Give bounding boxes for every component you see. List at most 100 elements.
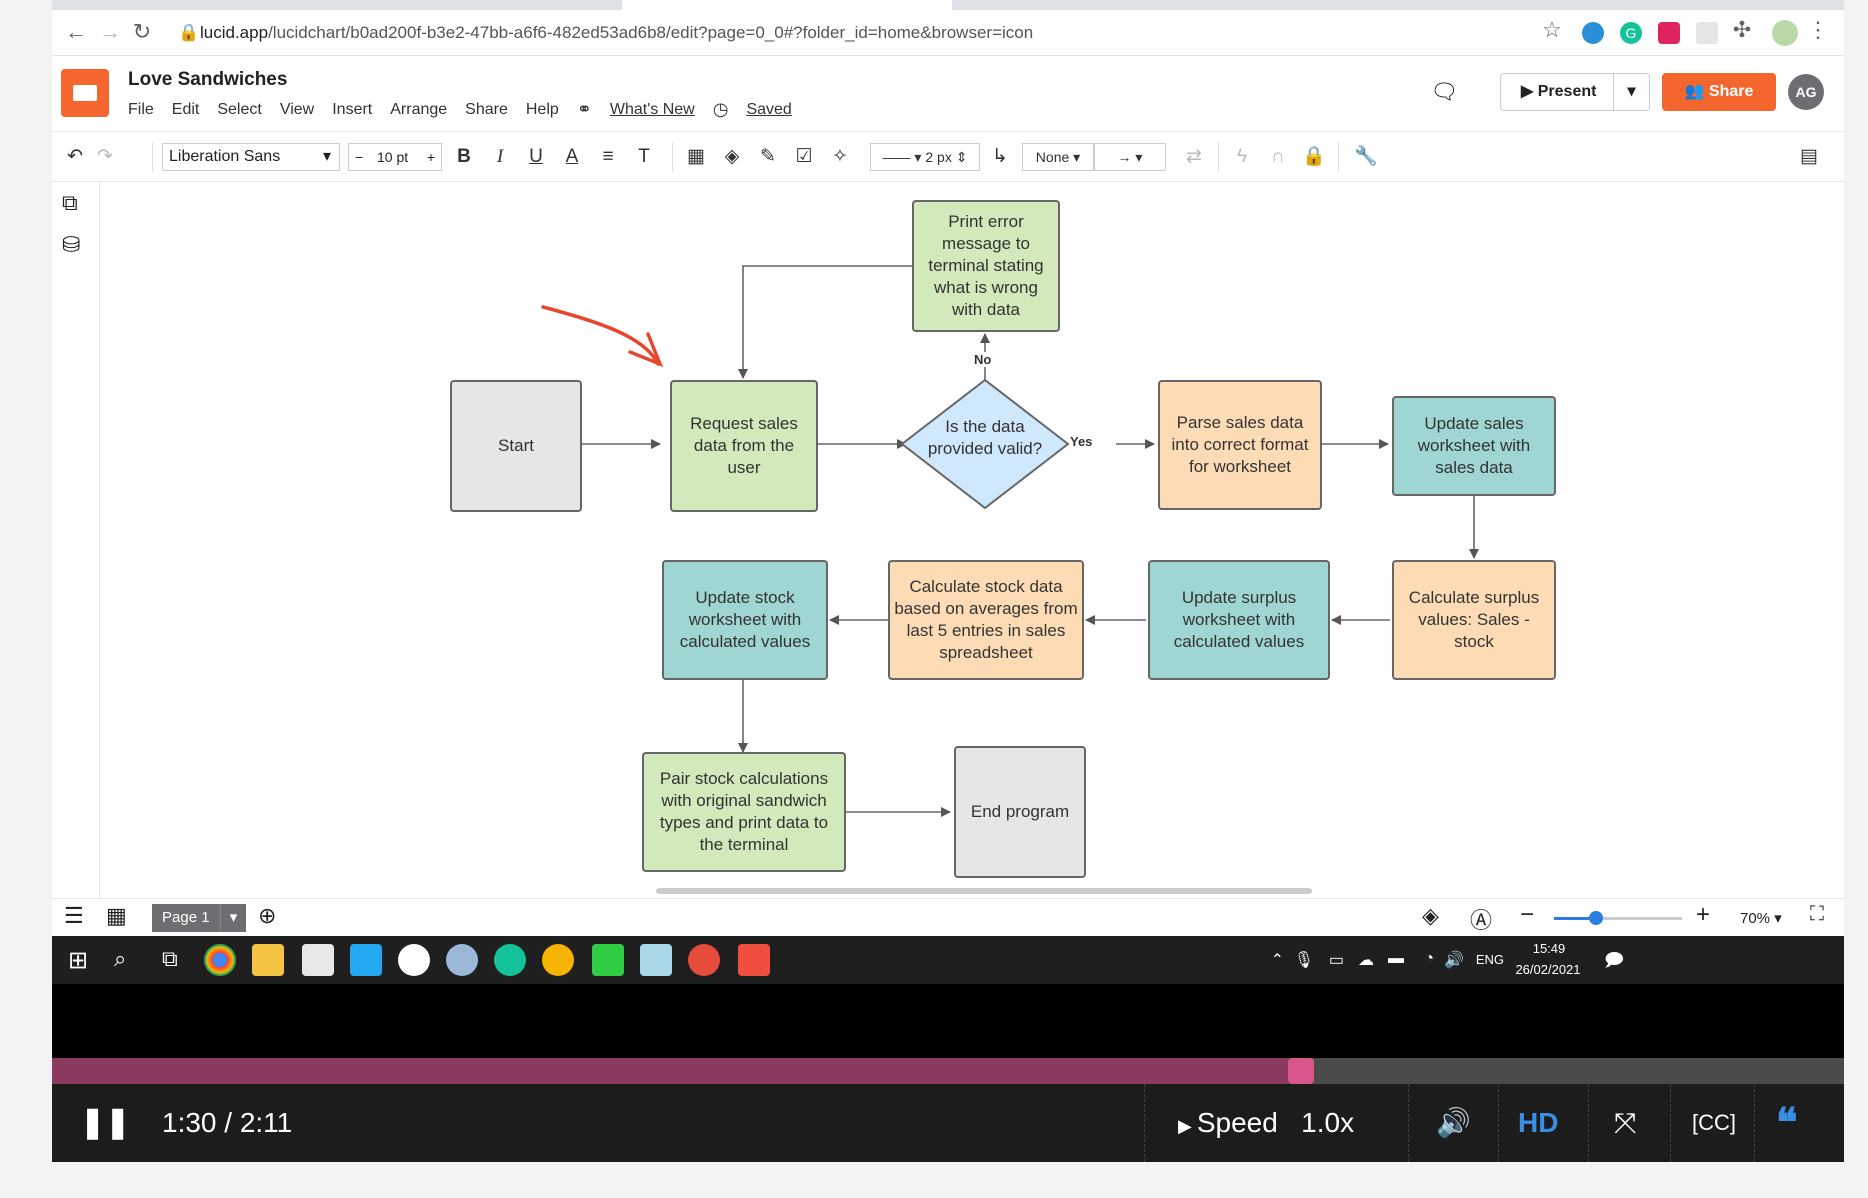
share-button[interactable]: 👥 Share: [1662, 73, 1776, 111]
align-icon[interactable]: ≡: [594, 142, 622, 172]
hd-button[interactable]: HD: [1518, 1084, 1558, 1162]
line-style-select[interactable]: —— ▾ 2 px ⇕: [870, 143, 980, 171]
speed-control[interactable]: ▶ Speed 1.0x: [1178, 1084, 1354, 1162]
history-clock-icon[interactable]: ◷: [713, 99, 729, 120]
menu-help[interactable]: Help: [526, 101, 559, 119]
node-decision-label[interactable]: Is the data provided valid?: [918, 416, 1052, 460]
user-avatar[interactable]: AG: [1788, 74, 1824, 110]
search-icon[interactable]: ⌕: [114, 946, 126, 972]
panel-toggle-icon[interactable]: ▤: [1794, 142, 1824, 172]
fullscreen-icon[interactable]: ⤧: [1614, 1084, 1636, 1162]
extensions-puzzle-icon[interactable]: ✣: [1728, 16, 1756, 44]
lightning-icon[interactable]: ϟ: [1228, 142, 1256, 172]
grammarly-taskbar-icon[interactable]: [494, 944, 526, 976]
grid-view-icon[interactable]: ▦: [106, 903, 127, 929]
underline-icon[interactable]: U: [522, 142, 550, 172]
binoculars-icon[interactable]: ⚭: [577, 99, 592, 120]
video-progress-bar[interactable]: [52, 1058, 1844, 1084]
add-page-icon[interactable]: ⊕: [258, 903, 276, 929]
app-duck-icon[interactable]: [542, 944, 574, 976]
node-update-surplus[interactable]: Update surplus worksheet with calculated…: [1148, 560, 1330, 680]
clock-time[interactable]: 15:49: [1514, 941, 1584, 956]
closed-captions-icon[interactable]: [CC]: [1692, 1084, 1736, 1162]
lock-icon[interactable]: 🔒: [1300, 142, 1328, 172]
chevron-down-icon[interactable]: ▾: [220, 904, 246, 932]
volume-icon[interactable]: 🔊: [1436, 1084, 1471, 1162]
zoom-select[interactable]: 70% ▾: [1740, 909, 1782, 927]
magnet-icon[interactable]: ∩: [1264, 142, 1292, 172]
menu-edit[interactable]: Edit: [172, 101, 200, 119]
forward-icon[interactable]: →: [96, 18, 124, 46]
arrow-start-select[interactable]: None ▾: [1022, 143, 1094, 171]
saved-status[interactable]: Saved: [746, 101, 791, 119]
line-color-icon[interactable]: ✎: [754, 142, 782, 172]
data-linking-icon[interactable]: ⛁: [62, 232, 80, 258]
onedrive-icon[interactable]: ☁: [1358, 950, 1374, 970]
chrome-taskbar-icon[interactable]: [204, 944, 236, 976]
clock-date[interactable]: 26/02/2021: [1508, 962, 1588, 977]
node-pair-stock[interactable]: Pair stock calculations with original sa…: [642, 752, 846, 872]
layers-icon[interactable]: ◈: [1422, 903, 1439, 929]
diagram-canvas[interactable]: Start Request sales data from the user I…: [100, 182, 1844, 898]
menu-file[interactable]: File: [128, 101, 154, 119]
wifi-icon[interactable]: ◔: [1424, 950, 1434, 968]
menu-select[interactable]: Select: [217, 101, 261, 119]
comment-icon[interactable]: 🗨: [1430, 79, 1458, 105]
extension-blank-icon[interactable]: [1696, 22, 1718, 44]
camtasia-green-icon[interactable]: [592, 944, 624, 976]
node-print-error[interactable]: Print error message to terminal stating …: [912, 200, 1060, 332]
meet-icon[interactable]: ▭: [1329, 950, 1344, 970]
node-end-program[interactable]: End program: [954, 746, 1086, 878]
fullscreen-icon[interactable]: ⛶: [1810, 903, 1824, 926]
bold-icon[interactable]: B: [450, 142, 478, 172]
magic-wand-icon[interactable]: ✧: [826, 142, 854, 172]
font-family-select[interactable]: Liberation Sans ▾: [162, 143, 340, 171]
text-options-icon[interactable]: T: [630, 142, 658, 172]
slack-icon[interactable]: [398, 944, 430, 976]
font-size-stepper[interactable]: −10 pt +: [348, 143, 442, 171]
file-explorer-icon[interactable]: [252, 944, 284, 976]
zoom-in-icon[interactable]: +: [1696, 901, 1710, 929]
menu-insert[interactable]: Insert: [332, 101, 372, 119]
address-bar[interactable]: 🔒lucid.app/lucidchart/b0ad200f-b3e2-47bb…: [178, 17, 1618, 49]
decrease-size-icon[interactable]: −: [355, 144, 363, 170]
paint-icon[interactable]: [446, 944, 478, 976]
style-icon[interactable]: ☑: [790, 142, 818, 172]
microphone-icon[interactable]: 🎙: [1294, 950, 1314, 970]
notifications-icon[interactable]: 🗩: [1604, 948, 1624, 978]
redo-icon[interactable]: ↷: [90, 142, 120, 172]
browser-menu-icon[interactable]: ⋮: [1804, 16, 1832, 44]
connector-type-icon[interactable]: ↳: [986, 142, 1014, 172]
windows-start-icon[interactable]: ⊞: [68, 946, 88, 975]
menu-view[interactable]: View: [280, 101, 314, 119]
video-progress-knob[interactable]: [1288, 1058, 1315, 1084]
page-tab[interactable]: Page 1 ▾: [152, 904, 246, 932]
pocket-icon[interactable]: [1658, 22, 1680, 44]
fill-color-icon[interactable]: ◈: [718, 142, 746, 172]
battery-icon[interactable]: ▬: [1388, 950, 1404, 968]
present-dropdown-icon[interactable]: ▾: [1613, 74, 1649, 110]
zoom-slider[interactable]: [1554, 911, 1682, 925]
increase-size-icon[interactable]: +: [427, 144, 435, 170]
back-icon[interactable]: ←: [62, 18, 90, 46]
whats-new-link[interactable]: What's New: [610, 101, 695, 119]
swap-icon[interactable]: ⇄: [1180, 142, 1208, 172]
node-update-stock[interactable]: Update stock worksheet with calculated v…: [662, 560, 828, 680]
list-view-icon[interactable]: ☰: [64, 903, 84, 929]
bookmark-star-icon[interactable]: ☆: [1538, 16, 1566, 44]
zoom-slider-knob[interactable]: [1589, 911, 1604, 925]
camtasia-red-icon[interactable]: [738, 944, 770, 976]
shapes-icon[interactable]: ⧉: [62, 190, 78, 216]
table-icon[interactable]: ▦: [682, 142, 710, 172]
undo-icon[interactable]: ↶: [60, 142, 90, 172]
lucid-logo-icon[interactable]: [61, 69, 109, 117]
active-tab[interactable]: [622, 0, 952, 10]
grammarly-icon[interactable]: G: [1620, 22, 1642, 44]
node-start[interactable]: Start: [450, 380, 582, 512]
quote-icon[interactable]: ❝: [1776, 1084, 1798, 1162]
node-calc-surplus[interactable]: Calculate surplus values: Sales - stock: [1392, 560, 1556, 680]
vscode-icon[interactable]: [350, 944, 382, 976]
present-button[interactable]: ▶ Present ▾: [1500, 73, 1650, 111]
menu-share[interactable]: Share: [465, 101, 508, 119]
document-title[interactable]: Love Sandwiches: [128, 69, 287, 91]
